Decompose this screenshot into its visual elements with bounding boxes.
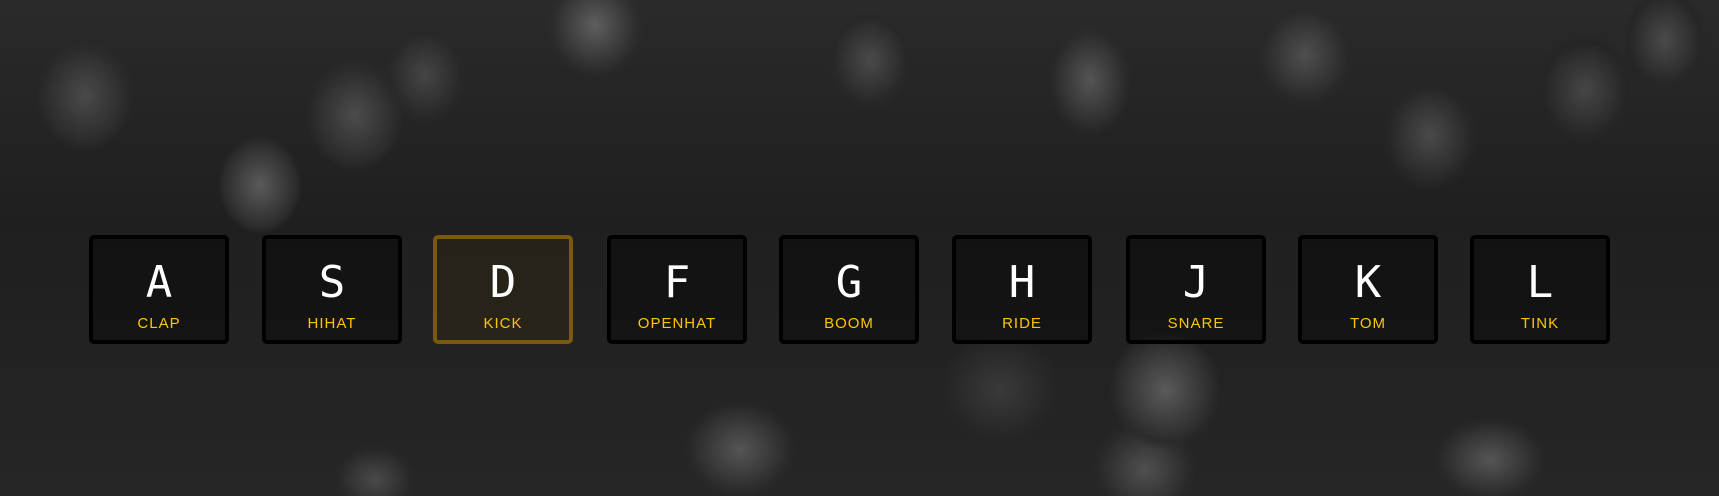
drum-key-h[interactable]: H RIDE bbox=[952, 235, 1092, 344]
drum-key-d[interactable]: D KICK bbox=[433, 235, 573, 344]
key-sound-label: CLAP bbox=[137, 315, 181, 332]
key-letter: L bbox=[1526, 257, 1554, 308]
key-sound-label: BOOM bbox=[824, 315, 874, 332]
key-letter: A bbox=[145, 257, 173, 308]
key-sound-label: TINK bbox=[1520, 315, 1560, 332]
key-letter: D bbox=[489, 257, 517, 308]
key-sound-label: OPENHAT bbox=[637, 315, 717, 332]
drum-key-j[interactable]: J SNARE bbox=[1126, 235, 1266, 344]
drum-key-s[interactable]: S HIHAT bbox=[262, 235, 402, 344]
drum-key-f[interactable]: F OPENHAT bbox=[607, 235, 747, 344]
drum-key-k[interactable]: K TOM bbox=[1298, 235, 1438, 344]
drum-key-l[interactable]: L TINK bbox=[1470, 235, 1610, 344]
key-sound-label: SNARE bbox=[1167, 315, 1225, 332]
key-letter: F bbox=[663, 257, 691, 308]
key-letter: G bbox=[835, 257, 863, 308]
drum-keys: A CLAP S HIHAT D KICK F OPENHAT G BOOM H… bbox=[0, 0, 1719, 496]
key-letter: H bbox=[1008, 257, 1036, 308]
key-letter: J bbox=[1182, 257, 1210, 308]
key-sound-label: KICK bbox=[483, 315, 523, 332]
drum-key-g[interactable]: G BOOM bbox=[779, 235, 919, 344]
key-sound-label: HIHAT bbox=[307, 315, 357, 332]
key-sound-label: RIDE bbox=[1002, 315, 1042, 332]
key-letter: S bbox=[318, 257, 346, 308]
key-letter: K bbox=[1354, 257, 1382, 308]
key-sound-label: TOM bbox=[1349, 315, 1387, 332]
drum-key-a[interactable]: A CLAP bbox=[89, 235, 229, 344]
